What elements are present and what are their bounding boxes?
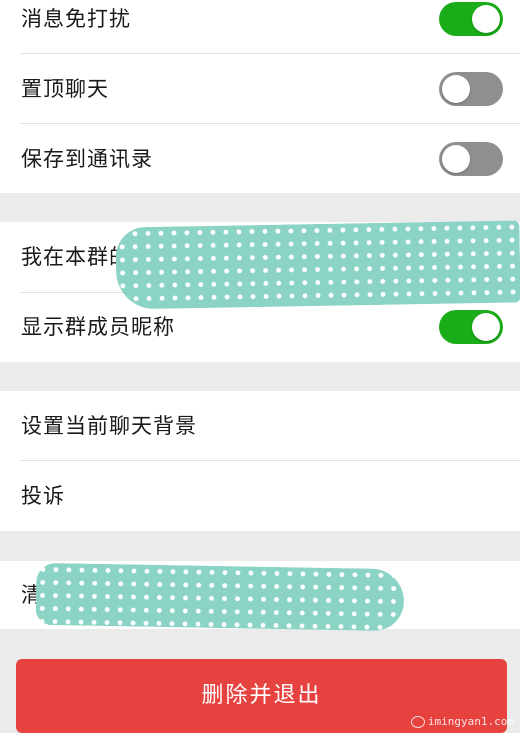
settings-group-chat: 消息免打扰 置顶聊天 保存到通讯录 xyxy=(0,0,520,193)
setting-row-complain[interactable]: 投诉 xyxy=(0,461,520,531)
toggle-knob xyxy=(442,75,470,103)
setting-label-pin: 置顶聊天 xyxy=(21,77,109,101)
setting-label-chat-background: 设置当前聊天背景 xyxy=(21,414,197,438)
watermark-text: imingyan1.com xyxy=(427,715,514,728)
show-nicknames-toggle[interactable] xyxy=(439,310,503,344)
setting-row-save-contacts[interactable]: 保存到通讯录 xyxy=(0,124,520,194)
setting-row-pin[interactable]: 置顶聊天 xyxy=(0,54,520,124)
setting-row-chat-background[interactable]: 设置当前聊天背景 xyxy=(0,391,520,461)
save-contacts-toggle[interactable] xyxy=(439,142,503,176)
redaction-mark xyxy=(35,562,405,632)
settings-group-background: 设置当前聊天背景 投诉 xyxy=(0,391,520,531)
redaction-mark xyxy=(115,220,520,310)
setting-row-mute[interactable]: 消息免打扰 xyxy=(0,0,520,54)
toggle-knob xyxy=(472,5,500,33)
watermark: imingyan1.com xyxy=(410,715,514,728)
toggle-knob xyxy=(442,145,470,173)
setting-label-mute: 消息免打扰 xyxy=(21,7,131,31)
watermark-logo-icon xyxy=(410,715,425,728)
pin-toggle[interactable] xyxy=(439,72,503,106)
toggle-knob xyxy=(472,313,500,341)
setting-label-save-contacts: 保存到通讯录 xyxy=(21,147,153,171)
setting-label-complain: 投诉 xyxy=(21,484,65,508)
mute-toggle[interactable] xyxy=(439,2,503,36)
